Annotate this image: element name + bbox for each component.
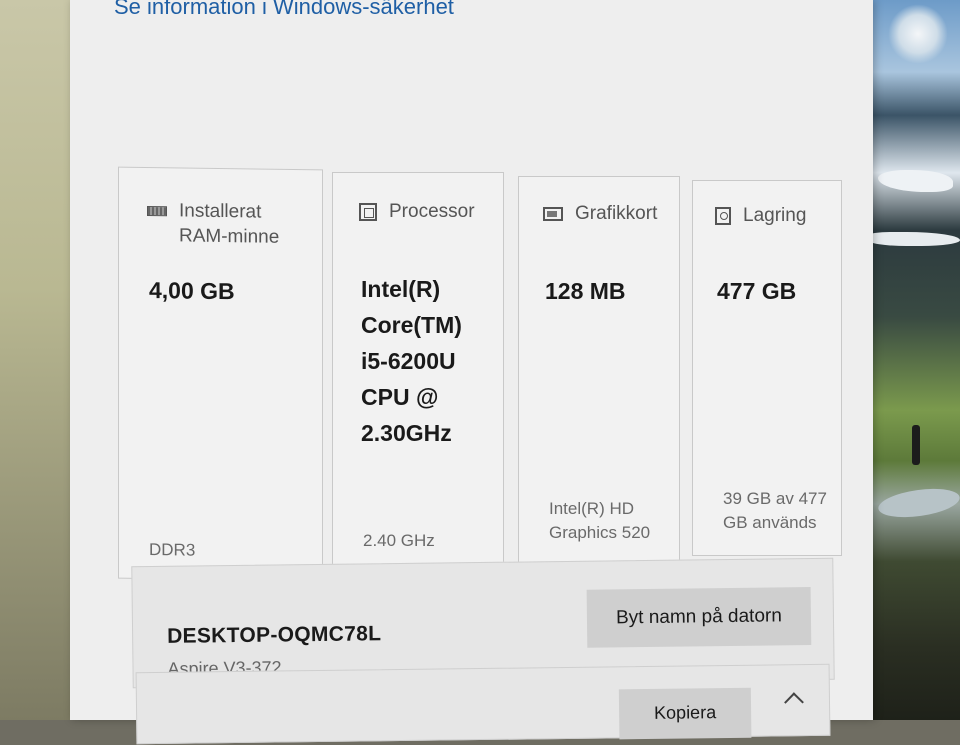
wallpaper-snow-ridge	[868, 232, 960, 246]
wallpaper-hiker	[912, 425, 920, 465]
spec-card-storage: Lagring 477 GB 39 GB av 477 GB används	[692, 180, 842, 556]
spec-label-ram-line1: Installerat	[179, 200, 262, 223]
processor-line-5: 2.30GHz	[361, 420, 452, 446]
spec-header-ram: Installerat RAM-minne	[147, 198, 279, 250]
windows-security-link[interactable]: Se information i Windows-säkerhet	[114, 0, 454, 20]
storage-icon	[715, 207, 731, 225]
spec-label-graphics: Grafikkort	[575, 203, 658, 224]
device-name: DESKTOP-OQMC78L	[166, 622, 382, 648]
spec-header-processor: Processor	[359, 199, 475, 224]
settings-window: Se information i Windows-säkerhet Instal…	[70, 0, 873, 745]
storage-sub-line-2: GB används	[723, 513, 817, 532]
processor-line-1: Intel(R)	[361, 276, 441, 302]
spec-value-processor: Intel(R) Core(TM) i5-6200U CPU @ 2.30GHz	[361, 271, 501, 451]
graphics-sub-line-2: Graphics 520	[549, 523, 651, 542]
spec-value-ram: 4,00 GB	[149, 277, 235, 305]
spec-sub-storage: 39 GB av 477 GB används	[723, 487, 843, 535]
spec-label-storage: Lagring	[743, 205, 807, 226]
spec-value-graphics: 128 MB	[545, 278, 626, 304]
spec-sub-processor: 2.40 GHz	[363, 531, 435, 550]
wallpaper-cloud	[888, 4, 948, 64]
processor-line-3: i5-6200U	[361, 348, 456, 374]
spec-sub-graphics: Intel(R) HD Graphics 520	[549, 497, 679, 545]
storage-sub-line-1: 39 GB av 477	[723, 489, 827, 508]
wallpaper-snow	[878, 170, 953, 192]
spec-label-ram-line2: RAM-minne	[179, 225, 280, 248]
spec-card-graphics: Grafikkort 128 MB Intel(R) HD Graphics 5…	[518, 176, 680, 566]
spec-header-graphics: Grafikkort	[543, 201, 657, 226]
spec-value-storage: 477 GB	[717, 278, 797, 304]
copy-button[interactable]: Kopiera	[618, 687, 752, 740]
spec-sub-ram: DDR3	[149, 540, 196, 560]
processor-line-4: CPU @	[361, 384, 439, 410]
ram-icon	[147, 205, 167, 217]
wallpaper-stream	[876, 484, 960, 522]
processor-line-2: Core(TM)	[361, 312, 462, 338]
chevron-up-icon[interactable]	[784, 692, 804, 713]
spec-card-processor: Processor Intel(R) Core(TM) i5-6200U CPU…	[332, 172, 504, 576]
spec-card-ram: Installerat RAM-minne 4,00 GB DDR3	[118, 166, 323, 582]
spec-header-storage: Lagring	[715, 203, 806, 228]
rename-pc-button[interactable]: Byt namn på datorn	[586, 586, 812, 648]
desktop-wallpaper	[868, 0, 960, 720]
gpu-icon	[543, 207, 563, 221]
cpu-icon	[359, 203, 377, 221]
spec-label-processor: Processor	[389, 201, 475, 222]
device-specs-panel: Kopiera	[135, 663, 831, 745]
graphics-sub-line-1: Intel(R) HD	[549, 499, 635, 518]
